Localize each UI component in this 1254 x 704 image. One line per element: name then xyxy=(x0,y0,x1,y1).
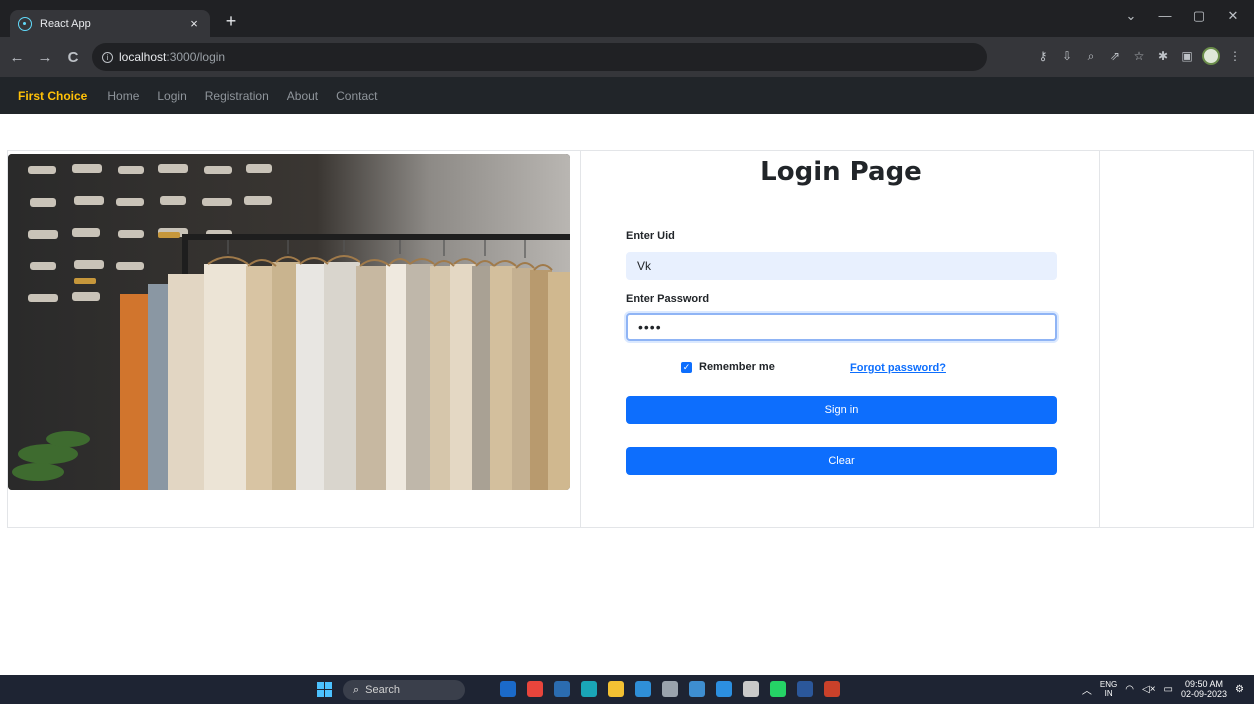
taskbar-apps xyxy=(500,681,840,697)
windows-taskbar: ⌕ Search ︿ ENG IN ◠ ◁× ▭ 09:50 AM 02-09-… xyxy=(0,675,1254,704)
clothing-rack-illustration xyxy=(8,154,570,490)
windows-start-icon[interactable] xyxy=(317,682,332,697)
lang-bottom: IN xyxy=(1104,689,1113,698)
forward-button[interactable]: → xyxy=(34,49,56,66)
close-tab-icon[interactable]: × xyxy=(186,16,202,31)
install-icon[interactable]: ⇩ xyxy=(1058,47,1076,65)
settings-app-icon[interactable] xyxy=(662,681,678,697)
notification-icon[interactable]: ⚙ xyxy=(1235,684,1244,695)
nav-link-login[interactable]: Login xyxy=(157,89,186,103)
vscode-app-icon[interactable] xyxy=(716,681,732,697)
uid-label: Enter Uid xyxy=(626,230,675,242)
page-title: Login Page xyxy=(760,157,922,187)
key-icon[interactable]: ⚷ xyxy=(1034,47,1052,65)
edge-app-icon[interactable] xyxy=(581,681,597,697)
clock-date: 02-09-2023 xyxy=(1180,689,1228,699)
taskbar-search-label: Search xyxy=(365,684,401,696)
browser-tabbar: React App × + ⌄ — ▢ ✕ xyxy=(0,0,1254,37)
l-app-icon[interactable] xyxy=(635,681,651,697)
chrome-app-icon[interactable] xyxy=(527,681,543,697)
close-window-button[interactable]: ✕ xyxy=(1218,8,1248,24)
remember-checkbox[interactable]: ✓ xyxy=(681,361,692,373)
extensions-icon[interactable]: ✱ xyxy=(1154,47,1172,65)
site-info-icon[interactable]: i xyxy=(102,51,113,63)
nav-link-contact[interactable]: Contact xyxy=(336,89,377,103)
language-indicator[interactable]: ENG IN xyxy=(1100,680,1117,698)
reload-button[interactable]: C xyxy=(62,49,84,66)
word-app-icon[interactable] xyxy=(797,681,813,697)
window-controls: ⌄ — ▢ ✕ xyxy=(1116,8,1248,24)
browser-tab[interactable]: React App × xyxy=(10,10,210,37)
nav-link-about[interactable]: About xyxy=(287,89,318,103)
browser-toolbar: ← → C i localhost :3000/login ⚷ ⇩ ⌕ ⇗ ☆ … xyxy=(0,37,1254,77)
back-button[interactable]: ← xyxy=(6,49,28,66)
wifi-icon[interactable]: ◠ xyxy=(1125,684,1134,695)
clock-time: 09:50 AM xyxy=(1184,679,1224,689)
taskbar-search[interactable]: ⌕ Search xyxy=(343,680,465,700)
brand-link[interactable]: First Choice xyxy=(18,89,87,103)
share-icon[interactable]: ⇗ xyxy=(1106,47,1124,65)
store-app-icon[interactable] xyxy=(554,681,570,697)
nav-link-registration[interactable]: Registration xyxy=(205,89,269,103)
clock[interactable]: 09:50 AM 02-09-2023 xyxy=(1181,679,1227,699)
uid-input[interactable]: Vk xyxy=(626,252,1057,280)
search-icon: ⌕ xyxy=(353,683,360,696)
clothing-rack-image xyxy=(8,154,570,490)
chevron-up-icon[interactable]: ︿ xyxy=(1082,682,1092,697)
bing-app-icon[interactable] xyxy=(500,681,516,697)
url-host: localhost xyxy=(119,50,167,64)
tab-title: React App xyxy=(40,17,91,30)
tab-search-icon[interactable]: ⌄ xyxy=(1116,8,1146,24)
remember-label: Remember me xyxy=(699,361,775,373)
url-path: :3000/login xyxy=(166,50,226,64)
battery-icon[interactable]: ▭ xyxy=(1164,684,1173,695)
nav-link-home[interactable]: Home xyxy=(107,89,139,103)
remember-me[interactable]: ✓ Remember me xyxy=(681,361,775,373)
clear-button[interactable]: Clear xyxy=(626,447,1057,475)
monitor-app-icon[interactable] xyxy=(689,681,705,697)
bookmark-star-icon[interactable]: ☆ xyxy=(1130,47,1148,65)
react-icon xyxy=(18,16,32,31)
screen: React App × + ⌄ — ▢ ✕ ← → C i localhost … xyxy=(0,0,1254,704)
menu-icon[interactable]: ⋮ xyxy=(1226,47,1244,65)
login-container: Login Page Enter Uid Vk Enter Password •… xyxy=(7,150,1254,528)
login-card: Login Page Enter Uid Vk Enter Password •… xyxy=(580,151,1100,528)
profile-avatar[interactable] xyxy=(1202,47,1220,65)
minimize-button[interactable]: — xyxy=(1150,8,1180,24)
sign-in-button[interactable]: Sign in xyxy=(626,396,1057,424)
new-tab-button[interactable]: + xyxy=(222,12,240,30)
system-tray: ︿ ENG IN ◠ ◁× ▭ 09:50 AM 02-09-2023 ⚙ xyxy=(1082,679,1244,699)
volume-muted-icon[interactable]: ◁× xyxy=(1142,684,1156,695)
gear-app-icon[interactable] xyxy=(743,681,759,697)
side-panel-icon[interactable]: ▣ xyxy=(1178,47,1196,65)
forgot-password-link[interactable]: Forgot password? xyxy=(850,362,946,374)
maximize-button[interactable]: ▢ xyxy=(1184,8,1214,24)
presentation-app-icon[interactable] xyxy=(824,681,840,697)
address-bar[interactable]: i localhost :3000/login xyxy=(92,43,987,71)
explorer-app-icon[interactable] xyxy=(608,681,624,697)
app-navbar: First Choice Home Login Registration Abo… xyxy=(0,77,1254,114)
toolbar-icons: ⚷ ⇩ ⌕ ⇗ ☆ ✱ ▣ ⋮ xyxy=(1034,47,1244,65)
lang-top: ENG xyxy=(1099,680,1118,689)
password-input[interactable]: •••• xyxy=(626,313,1057,341)
whatsapp-app-icon[interactable] xyxy=(770,681,786,697)
zoom-icon[interactable]: ⌕ xyxy=(1082,47,1100,65)
password-label: Enter Password xyxy=(626,293,710,305)
